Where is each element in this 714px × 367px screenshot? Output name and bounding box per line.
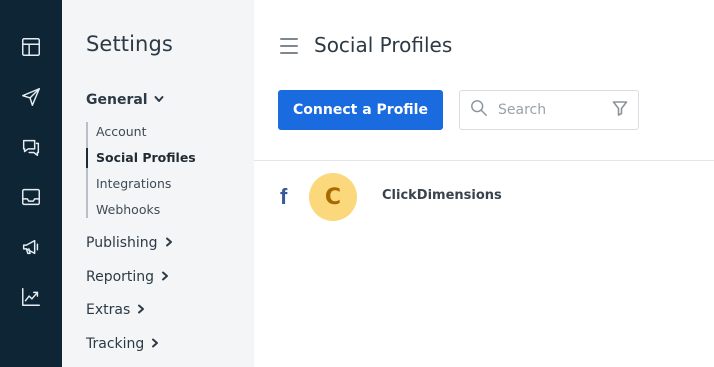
chevron-right-icon — [136, 302, 146, 318]
sidebar-section-label: Extras — [86, 302, 131, 318]
search-box — [459, 90, 639, 130]
sidebar-section-label: Tracking — [86, 336, 145, 352]
avatar: C — [309, 173, 357, 221]
sidebar-section-extras[interactable]: Extras — [86, 302, 146, 318]
sidebar-section-label: Reporting — [86, 269, 155, 285]
profile-name: ClickDimensions — [382, 188, 502, 203]
active-indicator — [86, 148, 88, 168]
sidebar-section-reporting[interactable]: Reporting — [86, 269, 170, 285]
sidebar-section-tracking[interactable]: Tracking — [86, 336, 160, 352]
general-submenu: Account Social Profiles Integrations Web… — [86, 122, 196, 218]
sidebar-section-label: General — [86, 92, 148, 108]
profile-row[interactable]: f C ClickDimensions — [254, 161, 714, 233]
connect-profile-button[interactable]: Connect a Profile — [278, 90, 443, 130]
hamburger-menu-icon[interactable] — [280, 38, 298, 54]
chart-icon[interactable] — [16, 282, 46, 312]
chat-icon[interactable] — [16, 132, 46, 162]
search-icon — [470, 99, 488, 122]
settings-sidebar: Settings General Account Social Profiles… — [62, 0, 254, 367]
sidebar-item-webhooks[interactable]: Webhooks — [96, 202, 160, 217]
layout-icon[interactable] — [16, 32, 46, 62]
sidebar-section-general[interactable]: General — [86, 92, 164, 108]
send-icon[interactable] — [16, 82, 46, 112]
search-input[interactable] — [498, 102, 598, 118]
chevron-right-icon — [160, 269, 170, 285]
main-content: Social Profiles Connect a Profile f C Cl… — [254, 0, 714, 367]
inbox-icon[interactable] — [16, 182, 46, 212]
megaphone-icon[interactable] — [16, 232, 46, 262]
sidebar-item-account[interactable]: Account — [96, 124, 146, 139]
facebook-icon: f — [280, 184, 288, 209]
sidebar-item-integrations[interactable]: Integrations — [96, 176, 171, 191]
chevron-right-icon — [150, 336, 160, 352]
sidebar-title: Settings — [86, 32, 173, 56]
page-title: Social Profiles — [314, 33, 453, 57]
chevron-right-icon — [164, 235, 174, 251]
nav-rail — [0, 0, 62, 367]
filter-icon[interactable] — [612, 100, 628, 121]
sidebar-item-social-profiles[interactable]: Social Profiles — [96, 150, 196, 165]
sidebar-section-publishing[interactable]: Publishing — [86, 235, 174, 251]
chevron-down-icon — [154, 92, 164, 108]
sidebar-section-label: Publishing — [86, 235, 158, 251]
